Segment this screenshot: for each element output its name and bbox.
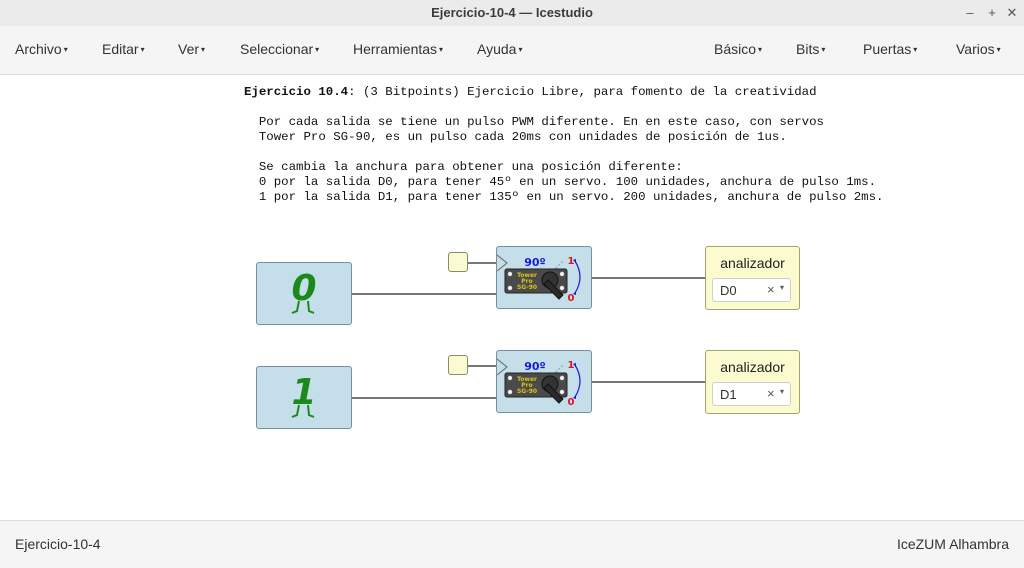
servo-block-0[interactable]: 90º 1 0 Tower Pro SG-90 (496, 246, 592, 309)
design-canvas[interactable]: Ejercicio 10.4: (3 Bitpoints) Ejercicio … (0, 75, 1024, 520)
menu-basico[interactable]: Básico ▾ (714, 26, 762, 73)
input-port-box[interactable] (448, 355, 468, 375)
menu-puertas[interactable]: Puertas ▾ (863, 26, 917, 73)
maximize-icon[interactable]: + (984, 0, 1000, 26)
analyzer-select-value: D1 (720, 387, 737, 402)
chevron-down-icon: ▾ (315, 45, 320, 55)
constant-block-1[interactable]: 1 (256, 366, 352, 429)
analyzer-block-0[interactable]: analizador D0 × ▾ (705, 246, 800, 310)
note-heading-rest: : (3 Bitpoints) Ejercicio Libre, para fo… (348, 85, 817, 99)
constant-one-icon: 1 (291, 372, 317, 418)
servo-icon: 90º 1 0 Tower Pro SG-90 (497, 254, 581, 304)
constant-block-0[interactable]: 0 (256, 262, 352, 325)
wire[interactable] (590, 277, 706, 279)
note-line: Tower Pro SG-90, es un pulso cada 20ms c… (244, 130, 787, 144)
clear-icon[interactable]: × (767, 282, 775, 297)
note-line: 0 por la salida D0, para tener 45º en un… (244, 175, 877, 189)
menu-archivo-label: Archivo (15, 41, 62, 57)
menu-basico-label: Básico (714, 41, 757, 57)
menu-ver[interactable]: Ver ▾ (178, 26, 205, 73)
analyzer-select-value: D0 (720, 283, 737, 298)
note-heading: Ejercicio 10.4: (3 Bitpoints) Ejercicio … (244, 85, 883, 100)
analyzer-label: analizador (720, 255, 785, 271)
menu-herramientas[interactable]: Herramientas ▾ (353, 26, 443, 73)
chevron-down-icon[interactable]: ▾ (780, 283, 784, 292)
status-bar: Ejercicio-10-4 IceZUM Alhambra (0, 520, 1024, 568)
analyzer-select[interactable]: D1 × ▾ (712, 382, 791, 406)
menu-ver-label: Ver (178, 41, 200, 57)
constant-digit: 1 (291, 372, 316, 413)
chevron-down-icon: ▾ (821, 45, 826, 55)
note-line: 1 por la salida D1, para tener 135º en u… (244, 190, 884, 204)
constant-zero-icon: 0 (291, 268, 317, 314)
window-title: Ejercicio-10-4 — Icestudio (431, 5, 593, 20)
servo-angle-label: 90º (524, 360, 546, 373)
menu-puertas-label: Puertas (863, 41, 912, 57)
servo-brand-label: SG-90 (517, 284, 537, 291)
chevron-down-icon: ▾ (996, 45, 1001, 55)
info-note[interactable]: Ejercicio 10.4: (3 Bitpoints) Ejercicio … (244, 85, 883, 205)
menu-bar: Archivo ▾ Editar ▾ Ver ▾ Seleccionar ▾ Herra… (0, 26, 1024, 75)
constant-digit: 0 (291, 268, 316, 309)
menu-seleccionar-label: Seleccionar (240, 41, 314, 57)
menu-editar[interactable]: Editar ▾ (102, 26, 145, 73)
chevron-down-icon: ▾ (518, 45, 523, 55)
note-line (244, 145, 883, 160)
servo-zero-label: 0 (568, 293, 575, 304)
chevron-down-icon[interactable]: ▾ (780, 387, 784, 396)
chevron-down-icon: ▾ (201, 45, 206, 55)
menu-varios-label: Varios (956, 41, 995, 57)
servo-block-1[interactable]: 90º 1 0 Tower Pro SG-90 (496, 350, 592, 413)
menu-editar-label: Editar (102, 41, 139, 57)
menu-herramientas-label: Herramientas (353, 41, 438, 57)
status-project-name: Ejercicio-10-4 (15, 536, 101, 552)
servo-icon: 90º 1 0 Tower Pro SG-90 (497, 358, 581, 408)
servo-zero-label: 0 (568, 397, 575, 408)
menu-varios[interactable]: Varios ▾ (956, 26, 1001, 73)
chevron-down-icon: ▾ (913, 45, 918, 55)
menu-ayuda[interactable]: Ayuda ▾ (477, 26, 522, 73)
note-spacer (244, 100, 883, 115)
menu-bits-label: Bits (796, 41, 820, 57)
servo-one-label: 1 (568, 360, 575, 371)
analyzer-block-1[interactable]: analizador D1 × ▾ (705, 350, 800, 414)
chevron-down-icon: ▾ (140, 45, 145, 55)
chevron-down-icon: ▾ (758, 45, 763, 55)
wire[interactable] (468, 365, 498, 367)
wire[interactable] (590, 381, 706, 383)
menu-archivo[interactable]: Archivo ▾ (15, 26, 68, 73)
status-board-name[interactable]: IceZUM Alhambra (897, 521, 1009, 568)
note-heading-bold: Ejercicio 10.4 (244, 85, 349, 99)
analyzer-select[interactable]: D0 × ▾ (712, 278, 791, 302)
servo-brand-label: SG-90 (517, 388, 537, 395)
note-line: Se cambia la anchura para obtener una po… (244, 160, 683, 174)
chevron-down-icon: ▾ (63, 45, 68, 55)
servo-one-label: 1 (568, 256, 575, 267)
window-titlebar: Ejercicio-10-4 — Icestudio – + ✕ (0, 0, 1024, 27)
wire[interactable] (351, 293, 498, 295)
clear-icon[interactable]: × (767, 386, 775, 401)
note-line: Por cada salida se tiene un pulso PWM di… (244, 115, 824, 129)
analyzer-label: analizador (720, 359, 785, 375)
wire[interactable] (468, 262, 498, 264)
wire[interactable] (351, 397, 498, 399)
servo-angle-label: 90º (524, 256, 546, 269)
close-icon[interactable]: ✕ (1004, 0, 1020, 26)
menu-bits[interactable]: Bits ▾ (796, 26, 825, 73)
menu-ayuda-label: Ayuda (477, 41, 517, 57)
minimize-icon[interactable]: – (962, 0, 978, 26)
chevron-down-icon: ▾ (439, 45, 444, 55)
input-port-box[interactable] (448, 252, 468, 272)
menu-seleccionar[interactable]: Seleccionar ▾ (240, 26, 319, 73)
